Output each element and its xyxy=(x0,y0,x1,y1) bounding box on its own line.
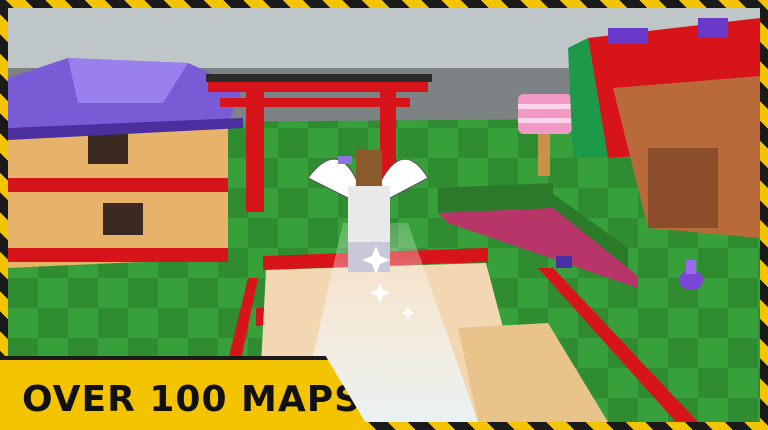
purple-block xyxy=(338,156,352,164)
caption-text: OVER 100 MAPS! xyxy=(22,379,379,420)
caption-banner: OVER 100 MAPS! xyxy=(0,356,370,430)
screenshot-frame: OVER 100 MAPS! xyxy=(0,0,768,430)
pagoda-house xyxy=(8,58,243,268)
purple-block xyxy=(556,256,572,268)
